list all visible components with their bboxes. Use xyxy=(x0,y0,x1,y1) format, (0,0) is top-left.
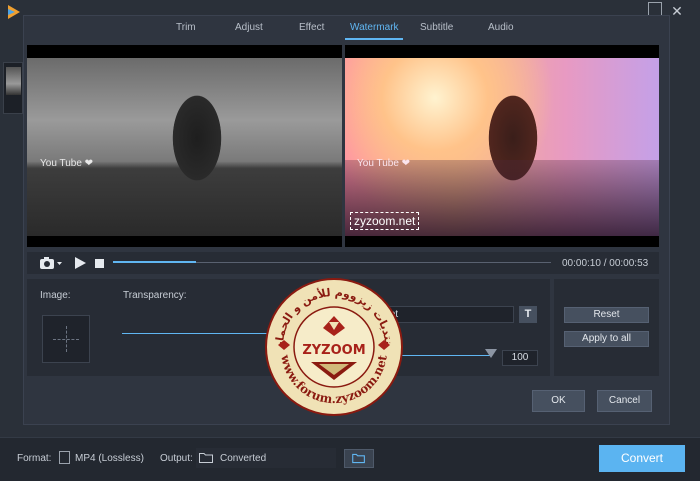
tab-adjust[interactable]: Adjust xyxy=(235,22,263,33)
zyzoom-forum-stamp: منتديات زيزووم للأمن و الحماية www.forum… xyxy=(263,278,403,416)
tab-effect[interactable]: Effect xyxy=(299,22,324,33)
tab-subtitle[interactable]: Subtitle xyxy=(420,22,453,33)
tab-trim[interactable]: Trim xyxy=(176,22,196,33)
apply-panel xyxy=(554,279,659,376)
format-select[interactable]: MP4 (Lossless) xyxy=(75,453,144,464)
transparency-label: Transparency: xyxy=(123,290,187,301)
output-label: Output: xyxy=(160,453,193,464)
original-video-frame xyxy=(27,58,342,236)
overlay-text-original: You Tube ❤ xyxy=(40,158,94,169)
close-icon[interactable]: ✕ xyxy=(667,4,687,18)
text-style-button[interactable]: T xyxy=(519,306,537,323)
time-display: 00:00:10 / 00:00:53 xyxy=(562,258,649,269)
progress-fill[interactable] xyxy=(113,261,196,263)
snapshot-camera-icon[interactable] xyxy=(39,257,63,270)
media-thumbnail[interactable] xyxy=(3,62,23,114)
transparency-slider[interactable] xyxy=(122,333,280,334)
output-folder-value: Converted xyxy=(220,453,267,464)
reset-button[interactable]: Reset xyxy=(564,307,649,323)
folder-icon xyxy=(199,453,213,463)
active-tab-indicator xyxy=(345,38,403,40)
tab-audio[interactable]: Audio xyxy=(488,22,514,33)
apply-to-all-button[interactable]: Apply to all xyxy=(564,331,649,347)
ok-button[interactable]: OK xyxy=(532,390,585,412)
format-file-icon xyxy=(59,451,70,464)
size-value-field[interactable]: 100 xyxy=(502,350,538,366)
play-icon[interactable] xyxy=(74,256,87,270)
cancel-button[interactable]: Cancel xyxy=(597,390,652,412)
tab-watermark[interactable]: Watermark xyxy=(350,22,399,33)
format-label: Format: xyxy=(17,453,52,464)
watermark-preview-box[interactable]: zyzoom.net xyxy=(350,212,420,230)
svg-text:ZYZOOM: ZYZOOM xyxy=(302,343,365,358)
open-folder-icon xyxy=(352,453,365,464)
size-slider-thumb[interactable] xyxy=(485,349,497,358)
browse-folder-button[interactable] xyxy=(344,449,374,468)
convert-button[interactable]: Convert xyxy=(599,445,685,472)
stop-icon[interactable] xyxy=(95,259,104,268)
restore-icon[interactable] xyxy=(648,2,662,16)
add-image-box[interactable] xyxy=(42,315,90,363)
size-slider[interactable] xyxy=(395,355,490,356)
tab-bar: Trim Adjust Effect Watermark Subtitle Au… xyxy=(23,16,670,40)
app-logo-icon xyxy=(8,5,20,19)
image-label: Image: xyxy=(40,290,71,301)
overlay-text-output: You Tube ❤ xyxy=(357,158,411,169)
